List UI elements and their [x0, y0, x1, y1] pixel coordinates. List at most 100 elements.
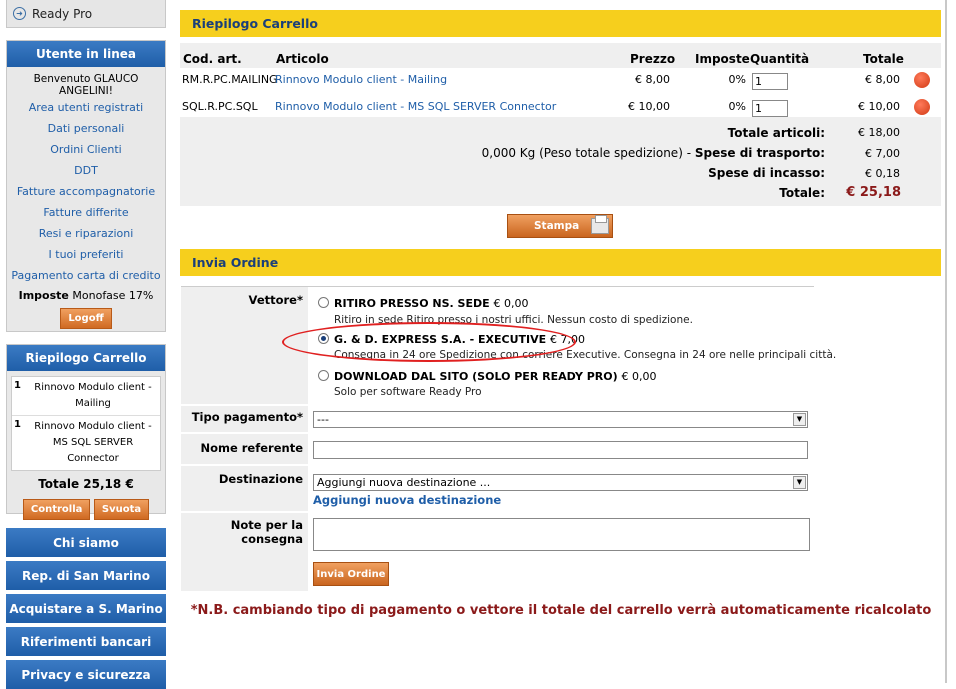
- selection-highlight: [282, 322, 576, 362]
- qty-input[interactable]: 1: [752, 100, 788, 117]
- mini-cart-panel: Riepilogo Carrello 1 Rinnovo Modulo clie…: [6, 344, 166, 520]
- nav-san-marino[interactable]: Rep. di San Marino: [6, 561, 166, 590]
- nav-riferimenti-bancari[interactable]: Riferimenti bancari: [6, 627, 166, 656]
- carrier-desc: Solo per software Ready Pro: [334, 386, 482, 398]
- row-price: € 8,00: [635, 73, 670, 86]
- mini-cart-title: Riepilogo Carrello: [7, 345, 165, 371]
- nav-acquistare[interactable]: Acquistare a S. Marino: [6, 594, 166, 623]
- carrier-radio-download[interactable]: [318, 370, 329, 381]
- row-price: € 10,00: [628, 100, 670, 113]
- row-code: SQL.R.PC.SQL: [182, 100, 258, 113]
- carrier-label: Vettore*: [248, 293, 303, 307]
- mini-cart-item: 1 Rinnovo Modulo client - MS SQL SERVER …: [12, 416, 160, 470]
- destination-label: Destinazione: [218, 472, 303, 486]
- mini-cart-list: 1 Rinnovo Modulo client - Mailing 1 Rinn…: [11, 376, 161, 471]
- notes-label: Note per la consegna: [230, 518, 303, 546]
- ready-pro-link[interactable]: ➜ Ready Pro: [6, 0, 166, 28]
- mini-cart-name[interactable]: Rinnovo Modulo client - MS SQL SERVER Co…: [28, 419, 158, 467]
- row-total: € 10,00: [858, 100, 900, 113]
- payment-select[interactable]: --- ▼: [313, 411, 808, 428]
- articles-total-label: Totale articoli:: [727, 126, 825, 140]
- svuota-button[interactable]: Svuota: [93, 499, 150, 520]
- shipping-label: Spese di trasporto:: [694, 146, 825, 160]
- mini-cart-total: Totale 25,18 €: [38, 477, 134, 491]
- payment-selected: ---: [317, 413, 329, 426]
- add-destination-link[interactable]: Aggiungi nuova destinazione: [313, 493, 501, 507]
- col-header-price: Prezzo: [630, 52, 676, 66]
- logoff-button[interactable]: Logoff: [60, 308, 112, 329]
- referent-label: Nome referente: [200, 441, 303, 455]
- grand-total-value: € 25,18: [846, 185, 901, 200]
- user-panel-title: Utente in linea: [7, 41, 165, 67]
- col-header-tax: Imposte: [695, 52, 750, 66]
- delete-icon[interactable]: [914, 99, 930, 115]
- col-header-total: Totale: [863, 52, 904, 66]
- row-article-link[interactable]: Rinnovo Modulo client - Mailing: [275, 73, 447, 86]
- articles-total-value: € 18,00: [858, 126, 900, 139]
- order-section-title: Invia Ordine: [180, 249, 941, 276]
- mini-cart-qty: 1: [14, 380, 21, 391]
- menu-link-dati-personali[interactable]: Dati personali: [7, 118, 165, 139]
- chevron-down-icon: ▼: [793, 476, 806, 489]
- nav-chi-siamo[interactable]: Chi siamo: [6, 528, 166, 557]
- row-code: RM.R.PC.MAILING: [182, 73, 278, 86]
- mini-cart-item: 1 Rinnovo Modulo client - Mailing: [12, 377, 160, 416]
- menu-link-fatture-accompagnatorie[interactable]: Fatture accompagnatorie: [7, 181, 165, 202]
- arrow-right-icon: ➜: [13, 7, 26, 20]
- carrier-radio-pickup[interactable]: [318, 297, 329, 308]
- tax-value: Monofase 17%: [72, 289, 154, 302]
- notes-textarea[interactable]: [313, 518, 810, 551]
- cart-section-title: Riepilogo Carrello: [180, 10, 941, 37]
- ready-pro-label: Ready Pro: [32, 6, 93, 21]
- payment-label: Tipo pagamento*: [191, 410, 303, 424]
- mini-cart-name[interactable]: Rinnovo Modulo client - Mailing: [28, 380, 158, 412]
- menu-link-fatture-differite[interactable]: Fatture differite: [7, 202, 165, 223]
- carrier-option-pickup[interactable]: RITIRO PRESSO NS. SEDE € 0,00: [334, 297, 528, 310]
- row-article-link[interactable]: Rinnovo Modulo client - MS SQL SERVER Co…: [275, 100, 556, 113]
- grand-total-label: Totale:: [779, 186, 825, 200]
- col-header-article: Articolo: [276, 52, 329, 66]
- chevron-down-icon: ▼: [793, 413, 806, 426]
- carrier-option-download[interactable]: DOWNLOAD DAL SITO (SOLO PER READY PRO) €…: [334, 370, 657, 383]
- weight-note: 0,000 Kg (Peso totale spedizione) -: [481, 146, 692, 160]
- qty-input[interactable]: 1: [752, 73, 788, 90]
- referent-input[interactable]: [313, 441, 808, 459]
- user-panel: Utente in linea Benvenuto GLAUCO ANGELIN…: [6, 40, 166, 332]
- form-top-border: [181, 286, 814, 287]
- submit-order-button[interactable]: Invia Ordine: [313, 562, 389, 586]
- controlla-button[interactable]: Controlla: [22, 499, 91, 520]
- menu-link-ordini-clienti[interactable]: Ordini Clienti: [7, 139, 165, 160]
- sidebar: ➜ Ready Pro Utente in linea Benvenuto GL…: [0, 0, 172, 689]
- col-header-code: Cod. art.: [183, 52, 242, 66]
- nav-privacy[interactable]: Privacy e sicurezza: [6, 660, 166, 689]
- col-header-qty: Quantità: [750, 52, 810, 66]
- row-tax: 0%: [728, 100, 746, 113]
- row-total: € 8,00: [865, 73, 900, 86]
- carrier-name: DOWNLOAD DAL SITO (SOLO PER READY PRO): [334, 370, 618, 383]
- shipping-line: 0,000 Kg (Peso totale spedizione) - Spes…: [420, 146, 825, 160]
- destination-select[interactable]: Aggiungi nuova destinazione ... ▼: [313, 474, 808, 491]
- collection-label: Spese di incasso:: [708, 166, 825, 180]
- menu-link-preferiti[interactable]: I tuoi preferiti: [7, 244, 165, 265]
- tax-info: Imposte Monofase 17%: [7, 289, 165, 302]
- menu-link-resi[interactable]: Resi e riparazioni: [7, 223, 165, 244]
- carrier-price: € 0,00: [621, 370, 657, 383]
- menu-link-ddt[interactable]: DDT: [7, 160, 165, 181]
- welcome-text: Benvenuto GLAUCO ANGELINI!: [33, 73, 139, 97]
- carrier-name: RITIRO PRESSO NS. SEDE: [334, 297, 490, 310]
- footnote: *N.B. cambiando tipo di pagamento o vett…: [190, 603, 932, 618]
- printer-icon: [591, 215, 609, 234]
- menu-link-area-utenti[interactable]: Area utenti registrati: [7, 97, 165, 118]
- menu-link-pagamento-carta[interactable]: Pagamento carta di credito: [7, 265, 165, 286]
- carrier-price: € 0,00: [493, 297, 529, 310]
- destination-selected: Aggiungi nuova destinazione ...: [317, 476, 491, 489]
- print-button[interactable]: Stampa: [507, 214, 613, 238]
- tax-label: Imposte: [18, 289, 69, 302]
- page-right-border: [945, 0, 947, 683]
- row-tax: 0%: [728, 73, 746, 86]
- delete-icon[interactable]: [914, 72, 930, 88]
- collection-value: € 0,18: [865, 167, 900, 180]
- print-button-label: Stampa: [534, 220, 580, 232]
- shipping-value: € 7,00: [865, 147, 900, 160]
- mini-cart-qty: 1: [14, 419, 21, 430]
